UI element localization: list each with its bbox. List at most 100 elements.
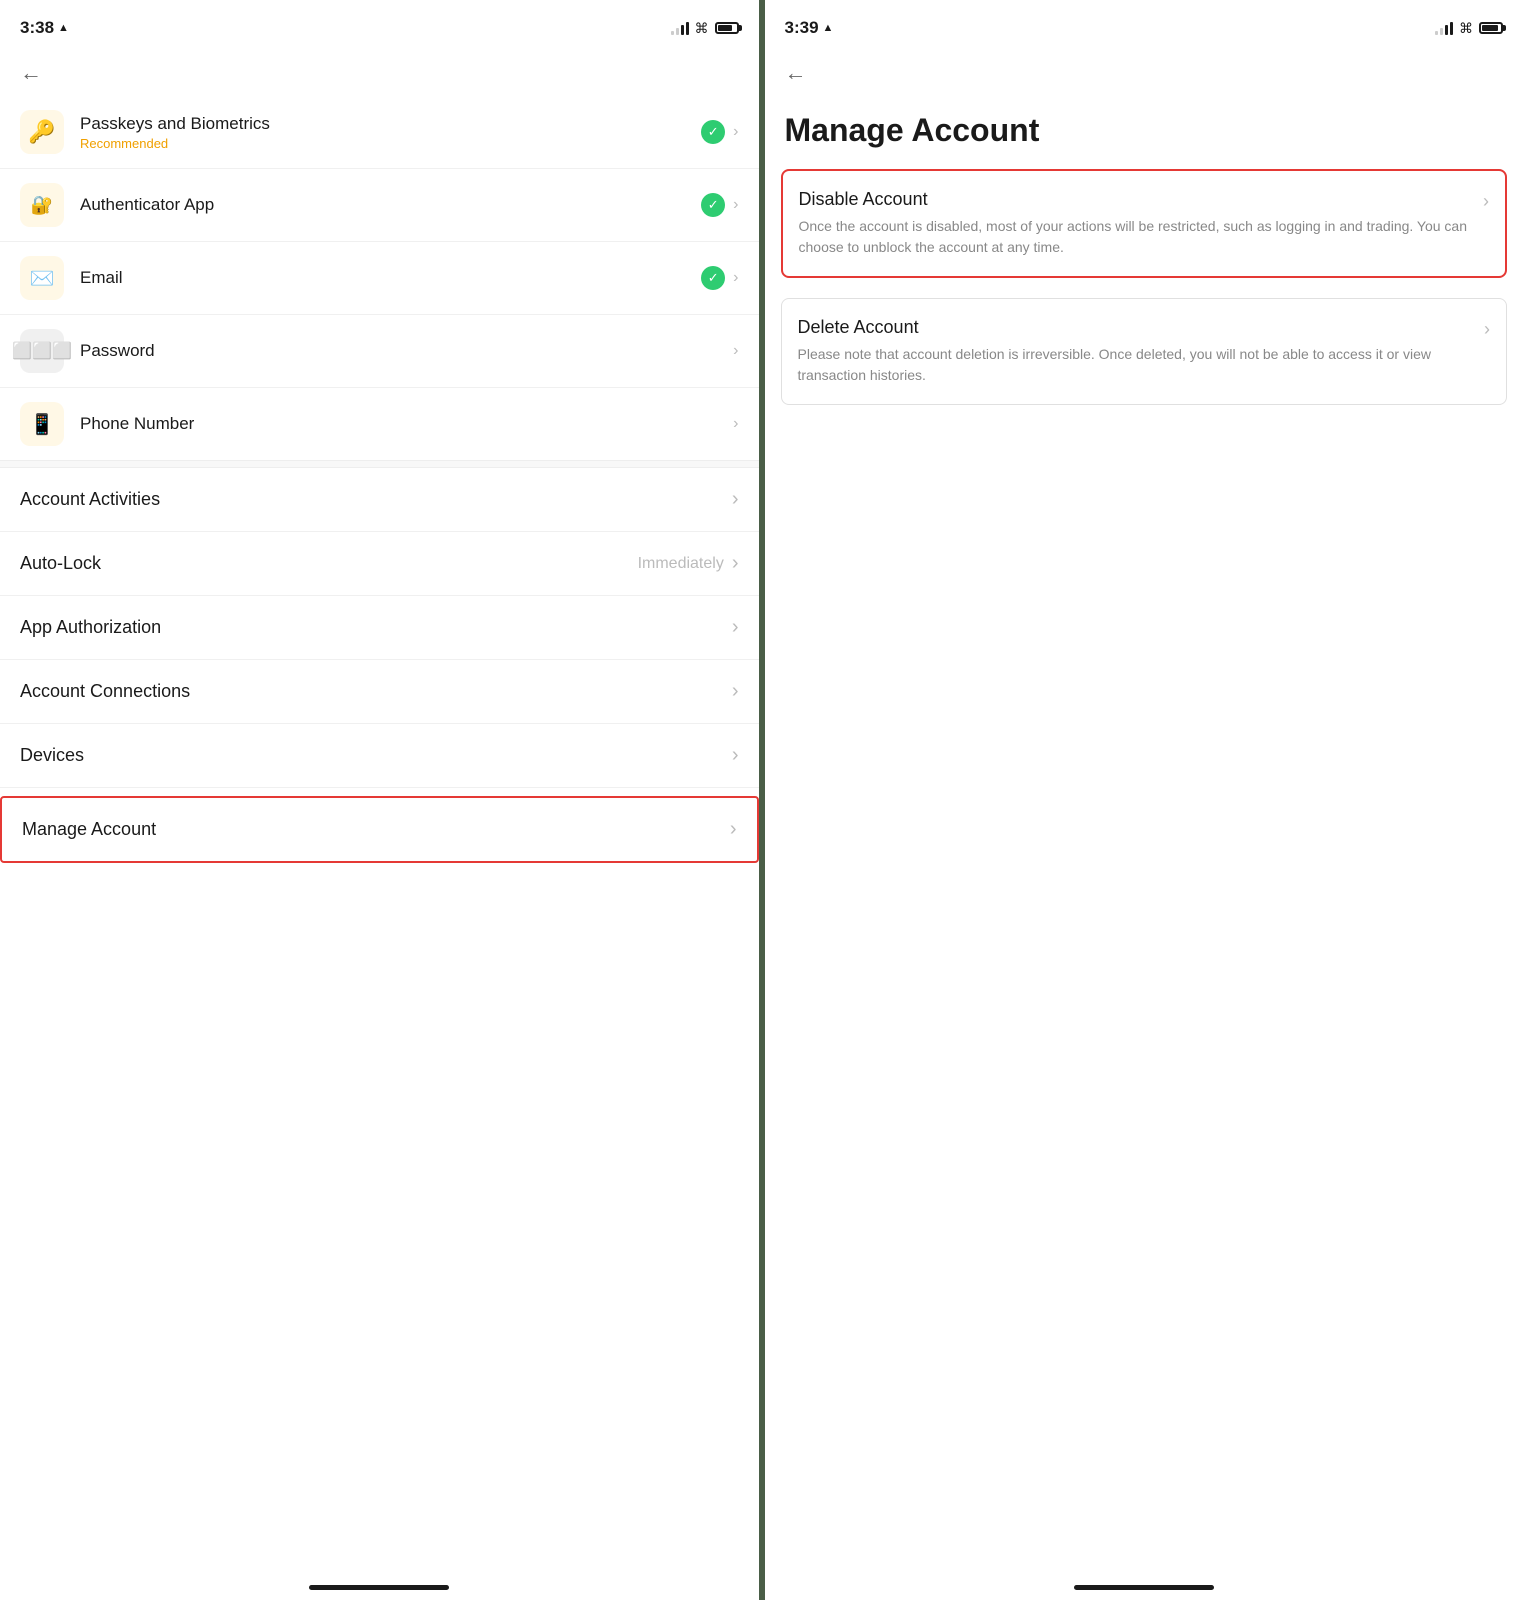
- manage-section: Disable Account Once the account is disa…: [781, 169, 1508, 425]
- right-screen: 3:39 ▲ ⌘ ← Manage Account: [765, 0, 1523, 1600]
- battery-fill-left: [718, 25, 732, 31]
- email-check: ✓: [701, 266, 725, 290]
- passkeys-title: Passkeys and Biometrics: [80, 114, 701, 134]
- devices-item[interactable]: Devices ›: [0, 724, 759, 788]
- status-time-right: 3:39 ▲: [785, 18, 834, 38]
- disable-account-item[interactable]: Disable Account Once the account is disa…: [781, 169, 1508, 278]
- password-right: ›: [733, 342, 738, 360]
- section-divider: [0, 460, 759, 468]
- disable-account-desc: Once the account is disabled, most of yo…: [799, 216, 1474, 258]
- delete-account-content: Delete Account Please note that account …: [798, 317, 1475, 386]
- security-settings-section: 🔑 Passkeys and Biometrics Recommended ✓ …: [0, 96, 759, 460]
- auto-lock-item[interactable]: Auto-Lock Immediately ›: [0, 532, 759, 596]
- passkeys-item[interactable]: 🔑 Passkeys and Biometrics Recommended ✓ …: [0, 96, 759, 169]
- delete-account-title: Delete Account: [798, 317, 1475, 338]
- account-connections-label: Account Connections: [20, 681, 732, 702]
- phone-content: Phone Number: [80, 414, 733, 434]
- status-time-left: 3:38 ▲: [20, 18, 69, 38]
- authenticator-content: Authenticator App: [80, 195, 701, 215]
- wifi-icon-left: ⌘: [695, 20, 709, 37]
- authenticator-icon: 🔐: [20, 183, 64, 227]
- account-connections-chevron: ›: [732, 680, 739, 703]
- rsignal-bar-4: [1450, 22, 1453, 35]
- email-title: Email: [80, 268, 701, 288]
- page-title-right: Manage Account: [765, 96, 1523, 169]
- back-button-left[interactable]: ←: [0, 50, 759, 96]
- phone-item[interactable]: 📱 Phone Number ›: [0, 388, 759, 460]
- status-icons-left: ⌘: [671, 20, 739, 37]
- auto-lock-value: Immediately: [638, 555, 724, 573]
- app-authorization-label: App Authorization: [20, 617, 732, 638]
- passkeys-chevron: ›: [733, 123, 738, 141]
- email-chevron: ›: [733, 269, 738, 287]
- disable-account-content: Disable Account Once the account is disa…: [799, 189, 1474, 258]
- home-bar-left: [309, 1585, 449, 1590]
- app-authorization-item[interactable]: App Authorization ›: [0, 596, 759, 660]
- signal-bar-4: [686, 22, 689, 35]
- left-screen: 3:38 ▲ ⌘ ← 🔑 Passkeys an: [0, 0, 765, 1600]
- delete-account-chevron: ›: [1484, 319, 1490, 340]
- location-icon-right: ▲: [823, 22, 834, 34]
- passkeys-icon: 🔑: [20, 110, 64, 154]
- email-right: ✓ ›: [701, 266, 738, 290]
- account-activities-item[interactable]: Account Activities ›: [0, 468, 759, 532]
- back-button-right[interactable]: ←: [765, 50, 1523, 96]
- manage-account-item[interactable]: Manage Account ›: [0, 796, 759, 863]
- authenticator-chevron: ›: [733, 196, 738, 214]
- home-bar-right: [1074, 1585, 1214, 1590]
- account-activities-chevron: ›: [732, 488, 739, 511]
- password-chevron: ›: [733, 342, 738, 360]
- signal-bar-2: [676, 28, 679, 35]
- authenticator-right: ✓ ›: [701, 193, 738, 217]
- manage-account-label: Manage Account: [22, 819, 730, 840]
- status-icons-right: ⌘: [1435, 20, 1503, 37]
- account-connections-item[interactable]: Account Connections ›: [0, 660, 759, 724]
- devices-chevron: ›: [732, 744, 739, 767]
- status-bar-right: 3:39 ▲ ⌘: [765, 0, 1523, 50]
- phone-right: ›: [733, 415, 738, 433]
- authenticator-check: ✓: [701, 193, 725, 217]
- delete-account-desc: Please note that account deletion is irr…: [798, 344, 1475, 386]
- rsignal-bar-3: [1445, 25, 1448, 35]
- email-content: Email: [80, 268, 701, 288]
- authenticator-item[interactable]: 🔐 Authenticator App ✓ ›: [0, 169, 759, 242]
- delete-account-item[interactable]: Delete Account Please note that account …: [781, 298, 1508, 405]
- menu-section: Account Activities › Auto-Lock Immediate…: [0, 468, 759, 871]
- battery-fill-right: [1482, 25, 1498, 31]
- email-icon: ✉️: [20, 256, 64, 300]
- account-activities-label: Account Activities: [20, 489, 732, 510]
- phone-icon: 📱: [20, 402, 64, 446]
- signal-bars-left: [671, 21, 689, 35]
- rsignal-bar-1: [1435, 31, 1438, 35]
- battery-right: [1479, 22, 1503, 34]
- wifi-icon-right: ⌘: [1459, 20, 1473, 37]
- authenticator-title: Authenticator App: [80, 195, 701, 215]
- location-icon-left: ▲: [58, 22, 69, 34]
- rsignal-bar-2: [1440, 28, 1443, 35]
- passkeys-subtitle: Recommended: [80, 136, 701, 151]
- battery-left: [715, 22, 739, 34]
- signal-bar-1: [671, 31, 674, 35]
- manage-account-chevron: ›: [730, 818, 737, 841]
- disable-account-title: Disable Account: [799, 189, 1474, 210]
- password-icon: ⬜⬜⬜: [20, 329, 64, 373]
- auto-lock-chevron: ›: [732, 552, 739, 575]
- password-title: Password: [80, 341, 733, 361]
- password-content: Password: [80, 341, 733, 361]
- passkeys-right: ✓ ›: [701, 120, 738, 144]
- disable-account-chevron: ›: [1483, 191, 1489, 212]
- passkeys-check: ✓: [701, 120, 725, 144]
- password-item[interactable]: ⬜⬜⬜ Password ›: [0, 315, 759, 388]
- auto-lock-label: Auto-Lock: [20, 553, 638, 574]
- app-authorization-chevron: ›: [732, 616, 739, 639]
- passkeys-content: Passkeys and Biometrics Recommended: [80, 114, 701, 151]
- back-arrow-right: ←: [785, 60, 807, 85]
- phone-chevron: ›: [733, 415, 738, 433]
- email-item[interactable]: ✉️ Email ✓ ›: [0, 242, 759, 315]
- phone-title: Phone Number: [80, 414, 733, 434]
- signal-bars-right: [1435, 21, 1453, 35]
- status-bar-left: 3:38 ▲ ⌘: [0, 0, 759, 50]
- home-indicator-right: [765, 1569, 1523, 1600]
- signal-bar-3: [681, 25, 684, 35]
- devices-label: Devices: [20, 745, 732, 766]
